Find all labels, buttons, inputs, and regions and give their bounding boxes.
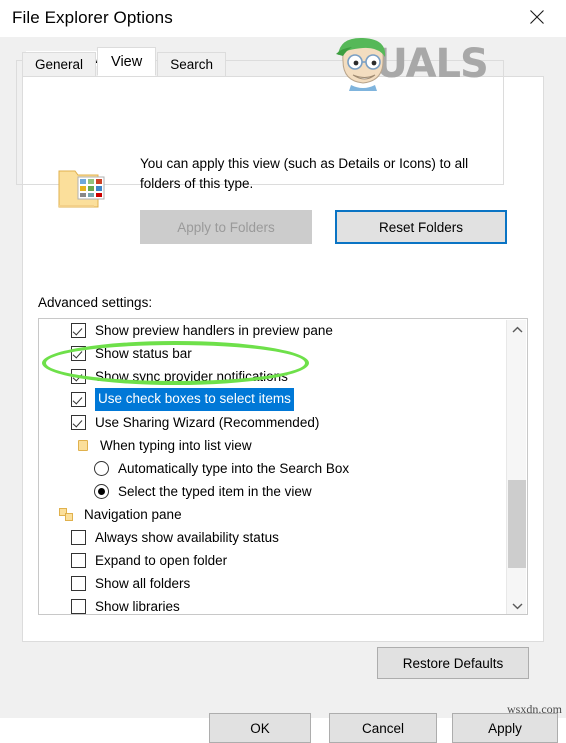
list-item[interactable]: Show preview handlers in preview pane: [39, 319, 507, 342]
list-item-label: Show sync provider notifications: [95, 369, 288, 384]
list-item[interactable]: Select the typed item in the view: [39, 480, 507, 503]
reset-folders-button[interactable]: Reset Folders: [335, 210, 507, 244]
list-item-selected[interactable]: Use check boxes to select items: [39, 388, 507, 411]
list-item-label: Show all folders: [95, 576, 191, 591]
radio-icon[interactable]: [94, 484, 109, 499]
list-item[interactable]: Show sync provider notifications: [39, 365, 507, 388]
restore-defaults-button[interactable]: Restore Defaults: [377, 647, 529, 679]
checkbox-icon[interactable]: [71, 415, 86, 430]
list-group-when-typing: When typing into list view: [39, 434, 507, 457]
checkbox-icon[interactable]: [71, 392, 86, 407]
advanced-settings-label: Advanced settings:: [38, 295, 153, 310]
list-item[interactable]: Show all folders: [39, 572, 507, 595]
site-watermark: wsxdn.com: [507, 702, 562, 716]
scrollbar-thumb[interactable]: [508, 480, 526, 568]
tab-search[interactable]: Search: [157, 52, 226, 76]
list-item-label: Show libraries: [95, 599, 180, 614]
checkbox-icon[interactable]: [71, 323, 86, 338]
list-item[interactable]: Use Sharing Wizard (Recommended): [39, 411, 507, 434]
list-item[interactable]: Show status bar: [39, 342, 507, 365]
close-icon[interactable]: [514, 0, 560, 34]
advanced-settings-listbox[interactable]: Show preview handlers in preview pane Sh…: [38, 318, 528, 615]
apply-to-folders-button[interactable]: Apply to Folders: [140, 210, 312, 244]
list-item-label: Show preview handlers in preview pane: [95, 323, 333, 338]
checkbox-icon[interactable]: [71, 553, 86, 568]
list-item-label: Show status bar: [95, 346, 192, 361]
folder-icon: [77, 439, 91, 452]
title-bar: File Explorer Options: [0, 0, 566, 37]
tab-view[interactable]: View: [97, 47, 157, 76]
list-item-label: Expand to open folder: [95, 553, 228, 568]
list-group-navigation-pane: Navigation pane: [39, 503, 507, 526]
dialog-body: General View Search Folder views You can…: [0, 37, 566, 743]
chevron-down-icon[interactable]: [507, 596, 527, 614]
advanced-settings-list: Show preview handlers in preview pane Sh…: [39, 319, 507, 614]
advanced-settings-scrollbar[interactable]: [506, 320, 527, 614]
navigation-pane-icon: [59, 507, 75, 522]
list-item-label: Select the typed item in the view: [118, 484, 312, 499]
list-item[interactable]: Show libraries: [39, 595, 507, 614]
list-item[interactable]: Automatically type into the Search Box: [39, 457, 507, 480]
list-item-label: Use Sharing Wizard (Recommended): [95, 415, 320, 430]
checkbox-icon[interactable]: [71, 599, 86, 614]
list-group-label: When typing into list view: [100, 438, 252, 453]
radio-icon[interactable]: [94, 461, 109, 476]
checkbox-icon[interactable]: [71, 369, 86, 384]
window-title: File Explorer Options: [12, 8, 173, 27]
list-item[interactable]: Expand to open folder: [39, 549, 507, 572]
tab-strip: General View Search: [22, 47, 227, 76]
list-item-label: Always show availability status: [95, 530, 279, 545]
folder-views-icon: [56, 165, 108, 213]
checkbox-icon[interactable]: [71, 530, 86, 545]
list-item[interactable]: Always show availability status: [39, 526, 507, 549]
tab-general[interactable]: General: [22, 52, 97, 76]
checkbox-icon[interactable]: [71, 346, 86, 361]
folder-views-description: You can apply this view (such as Details…: [140, 156, 469, 191]
checkbox-icon[interactable]: [71, 576, 86, 591]
list-group-label: Navigation pane: [84, 507, 182, 522]
chevron-up-icon[interactable]: [507, 320, 527, 339]
list-item-label: Use check boxes to select items: [95, 388, 294, 411]
list-item-label: Automatically type into the Search Box: [118, 461, 350, 476]
